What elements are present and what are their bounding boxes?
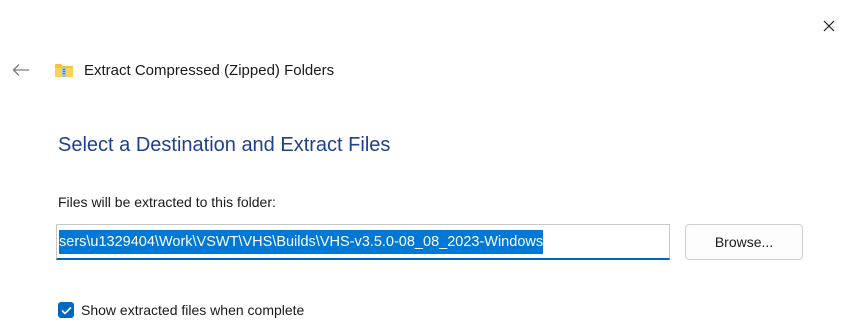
show-files-option[interactable]: Show extracted files when complete — [58, 302, 304, 318]
back-button[interactable] — [8, 57, 34, 83]
browse-button[interactable]: Browse... — [685, 224, 803, 260]
destination-path-input[interactable]: sers\u1329404\Work\VSWT\VHS\Builds\VHS-v… — [56, 224, 670, 260]
page-heading: Select a Destination and Extract Files — [58, 134, 391, 156]
close-icon — [823, 20, 835, 32]
app-title: Extract Compressed (Zipped) Folders — [84, 61, 335, 79]
checkmark-icon — [60, 306, 72, 315]
show-files-checkbox[interactable] — [58, 302, 74, 318]
zip-folder-icon — [54, 62, 74, 78]
destination-label: Files will be extracted to this folder: — [58, 194, 276, 210]
path-selected-text: sers\u1329404\Work\VSWT\VHS\Builds\VHS-v… — [59, 229, 544, 254]
close-button[interactable] — [817, 14, 841, 38]
extract-dialog: Extract Compressed (Zipped) Folders Sele… — [0, 0, 841, 322]
show-files-label: Show extracted files when complete — [81, 302, 305, 318]
dialog-header: Extract Compressed (Zipped) Folders — [8, 56, 334, 84]
back-arrow-icon — [12, 64, 29, 76]
